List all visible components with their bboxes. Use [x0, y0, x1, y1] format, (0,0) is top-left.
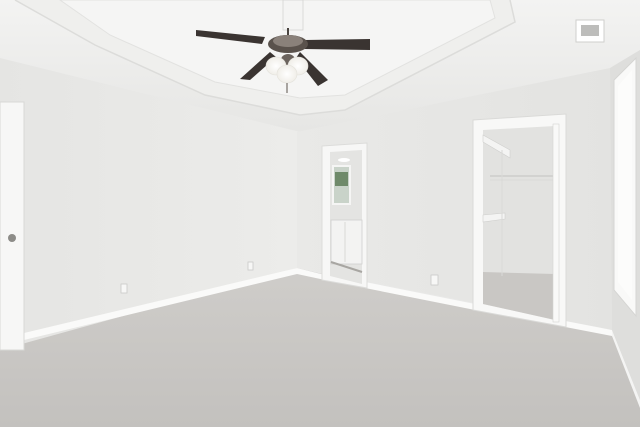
air-vent-icon — [575, 19, 605, 43]
vanity-light — [338, 158, 350, 162]
room-illustration — [0, 0, 640, 427]
outlet-icon — [120, 283, 128, 294]
room-photo — [0, 0, 640, 427]
door-knob-icon[interactable] — [8, 234, 16, 242]
window — [613, 56, 637, 318]
bathroom-doorway[interactable] — [321, 142, 368, 289]
bathroom-vanity — [330, 219, 363, 265]
bedroom-door[interactable] — [0, 101, 25, 351]
outlet-icon — [247, 261, 254, 271]
closet-doorway[interactable] — [472, 113, 567, 328]
fan-blade — [305, 39, 370, 50]
outlet-icon — [430, 274, 439, 286]
